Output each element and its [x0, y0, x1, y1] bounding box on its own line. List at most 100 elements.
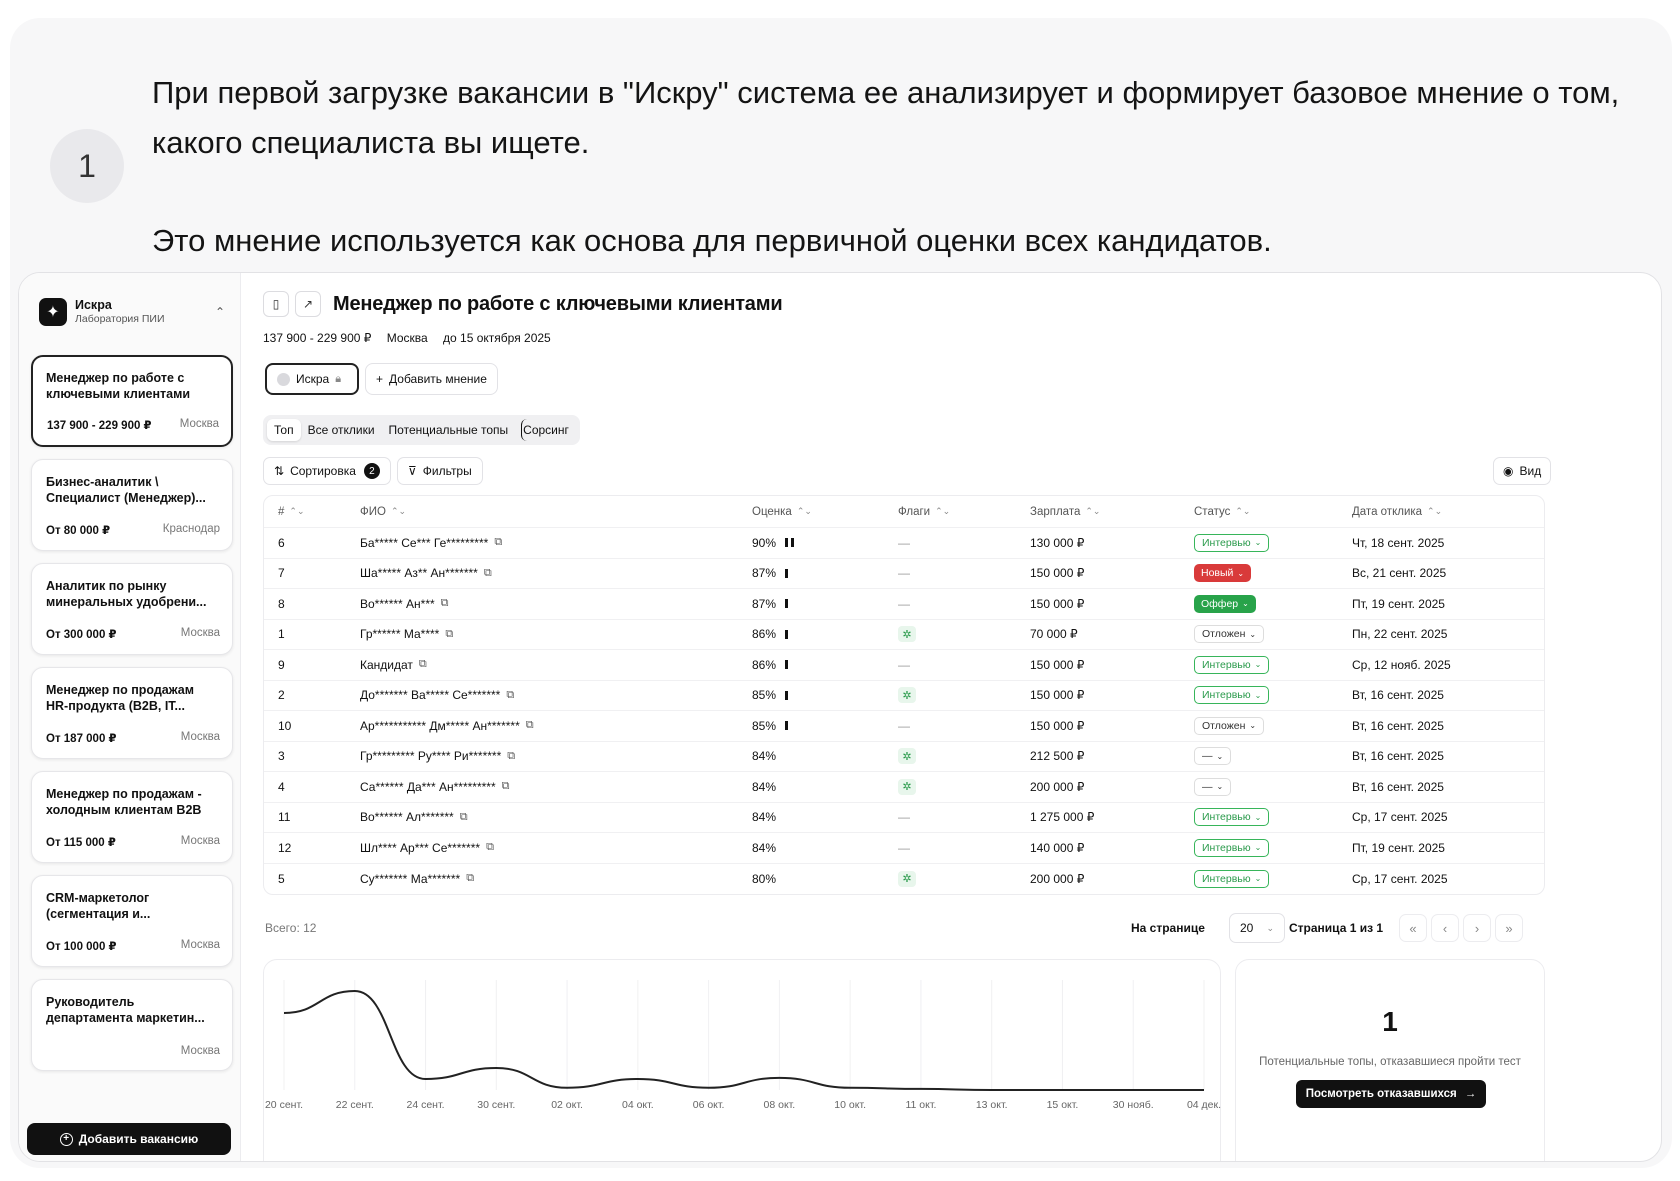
first-page-icon[interactable]: « — [1399, 914, 1427, 942]
column-header-label: Флаги — [898, 505, 931, 518]
tab-sourcing[interactable]: Сорсинг — [521, 419, 576, 441]
workspace-switcher[interactable]: ✦ Искра Лаборатория ПИИ ⌃ — [39, 293, 225, 331]
status-badge[interactable]: Отложен ⌄ — [1194, 716, 1265, 735]
column-header[interactable]: Дата отклика ⌃⌄ — [1352, 496, 1442, 527]
salary: 150 000 ₽ — [1030, 657, 1085, 672]
vacancy-card[interactable]: Менеджер по работе с ключевыми клиентами… — [31, 355, 233, 447]
sidebar-toggle-icon[interactable]: ▯ — [263, 291, 289, 317]
row-number: 7 — [278, 566, 285, 581]
status-badge[interactable]: Оффер ⌄ — [1194, 594, 1256, 613]
vacancy-salary: 137 900 - 229 900 ₽ — [47, 420, 152, 432]
column-header[interactable]: Оценка ⌃⌄ — [752, 496, 812, 527]
external-link-icon[interactable]: ⧉ — [526, 719, 534, 732]
external-link-icon[interactable]: ⧉ — [466, 872, 474, 885]
add-vacancy-button[interactable]: + Добавить вакансию — [27, 1123, 231, 1155]
add-opinion-button[interactable]: + Добавить мнение — [365, 363, 498, 395]
vacancy-card[interactable]: CRM-маркетолог (сегментация и... От 100 0… — [31, 875, 233, 967]
status-badge[interactable]: — ⌄ — [1194, 777, 1232, 796]
status-badge[interactable]: Интервью ⌄ — [1194, 686, 1270, 705]
table-row[interactable]: 8 Во****** Ан*** ⧉ 87% — 150 000 ₽ Оффер ⌄ Пт, 1… — [264, 589, 1544, 620]
external-link-icon[interactable]: ⧉ — [507, 750, 515, 763]
table-row[interactable]: 9 Кандидат ⧉ 86% — 150 000 ₽ Интервью ⌄ Ср, 12 н… — [264, 650, 1544, 681]
external-link-icon[interactable]: ↗ — [295, 291, 321, 317]
plus-circle-icon: + — [59, 1132, 73, 1146]
table-row[interactable]: 3 Гр********* Ру**** Ри******* ⧉ 84% ✲ 212 50… — [264, 742, 1544, 772]
candidate-name[interactable]: Во****** Ал******* — [360, 810, 454, 824]
status-badge[interactable]: Интервью ⌄ — [1194, 869, 1270, 888]
status-badge[interactable]: Интервью ⌄ — [1194, 838, 1270, 857]
filter-icon: ⊽ — [408, 464, 417, 478]
status-badge[interactable]: — ⌄ — [1194, 747, 1232, 766]
candidates-table: # ⌃⌄ ФИО ⌃⌄ Оценка ⌃⌄ Флаги ⌃⌄ Зарплата ⌃⌄ Статус ⌃… — [263, 495, 1545, 895]
vacancy-card[interactable]: Аналитик по рынку минеральных удобрени..… — [31, 563, 233, 655]
vacancy-card[interactable]: Бизнес-аналитик \ Специалист (Менеджер).… — [31, 459, 233, 551]
column-header[interactable]: ФИО ⌃⌄ — [360, 496, 406, 527]
table-row[interactable]: 6 Ба***** Се*** Ге********* ⧉ 90% — 130 000 ₽… — [264, 528, 1544, 559]
table-header: # ⌃⌄ ФИО ⌃⌄ Оценка ⌃⌄ Флаги ⌃⌄ Зарплата ⌃⌄ Статус ⌃… — [264, 496, 1544, 528]
candidate-name[interactable]: Са****** Да*** Ан********* — [360, 780, 496, 794]
eye-icon: ◉ — [1503, 464, 1514, 478]
status-badge[interactable]: Интервью ⌄ — [1194, 533, 1270, 552]
per-page-select[interactable]: 20 ⌄ — [1229, 913, 1285, 943]
candidate-name[interactable]: Ба***** Се*** Ге********* — [360, 536, 488, 550]
table-row[interactable]: 5 Су******* Ма******* ⧉ 80% ✲ 200 000 ₽ Интерв… — [264, 864, 1544, 895]
candidate-name[interactable]: До******* Ва***** Се******* — [360, 688, 500, 702]
column-header[interactable]: Статус ⌃⌄ — [1194, 496, 1250, 527]
filters-button[interactable]: ⊽ Фильтры — [397, 457, 483, 485]
x-tick-label: 30 нояб. — [1113, 1099, 1154, 1111]
view-button[interactable]: ◉ Вид — [1493, 457, 1552, 485]
tab-potential-tops[interactable]: Потенциальные топы — [382, 419, 516, 441]
status-label: Новый — [1201, 567, 1234, 580]
prev-page-icon[interactable]: ‹ — [1431, 914, 1459, 942]
table-row[interactable]: 2 До******* Ва***** Се******* ⧉ 85% ✲ 150 000… — [264, 681, 1544, 711]
vacancy-card[interactable]: Руководитель департамента маркетин... Мос… — [31, 979, 233, 1071]
column-header[interactable]: Зарплата ⌃⌄ — [1030, 496, 1100, 527]
sort-button[interactable]: ⇅ Сортировка 2 — [263, 457, 391, 485]
column-header[interactable]: Флаги ⌃⌄ — [898, 496, 950, 527]
vacancy-card[interactable]: Менеджер по продажам HR-продукта (B2B, I… — [31, 667, 233, 759]
last-page-icon[interactable]: » — [1495, 914, 1523, 942]
tab-all-responses[interactable]: Все отклики — [301, 419, 382, 441]
external-link-icon[interactable]: ⧉ — [486, 841, 494, 854]
external-link-icon[interactable]: ⧉ — [419, 658, 427, 671]
candidate-name[interactable]: Су******* Ма******* — [360, 872, 460, 886]
table-row[interactable]: 10 Ар*********** Дм***** Ан******* ⧉ 85% — 15… — [264, 711, 1544, 742]
status-badge[interactable]: Новый ⌄ — [1194, 564, 1252, 583]
sort-chevrons-icon: ⌃⌄ — [935, 506, 951, 516]
candidate-name[interactable]: Гр********* Ру**** Ри******* — [360, 749, 501, 763]
status-badge[interactable]: Интервью ⌄ — [1194, 655, 1270, 674]
table-row[interactable]: 11 Во****** Ал******* ⧉ 84% — 1 275 000 ₽ Инте… — [264, 803, 1544, 833]
view-label: Вид — [1519, 464, 1542, 478]
status-badge[interactable]: Отложен ⌄ — [1194, 625, 1265, 644]
candidate-name[interactable]: Во****** Ан*** — [360, 597, 435, 611]
candidate-name[interactable]: Кандидат — [360, 658, 413, 672]
tab-top[interactable]: Топ — [267, 419, 301, 441]
table-row[interactable]: 12 Шл**** Ар*** Се******* ⧉ 84% — 140 000 ₽ Ин… — [264, 833, 1544, 864]
external-link-icon[interactable]: ⧉ — [506, 689, 514, 702]
table-row[interactable]: 7 Ша***** Аз** Ан******* ⧉ 87% — 150 000 ₽ Нов… — [264, 559, 1544, 589]
external-link-icon[interactable]: ⧉ — [502, 780, 510, 793]
column-header[interactable]: # ⌃⌄ — [278, 496, 305, 527]
score: 87% — [752, 596, 777, 611]
candidate-name[interactable]: Ар*********** Дм***** Ан******* — [360, 719, 520, 733]
salary: 200 000 ₽ — [1030, 779, 1085, 794]
status-badge[interactable]: Интервью ⌄ — [1194, 808, 1270, 827]
candidate-name[interactable]: Гр****** Ма**** — [360, 627, 439, 641]
opinion-chip-iskra[interactable]: Искра 🔒︎ — [265, 363, 359, 395]
external-link-icon[interactable]: ⧉ — [441, 597, 449, 610]
vacancy-salary: От 300 000 ₽ — [46, 629, 117, 641]
candidate-name[interactable]: Шл**** Ар*** Се******* — [360, 841, 480, 855]
vacancy-city: Москва — [180, 731, 220, 743]
table-row[interactable]: 1 Гр****** Ма**** ⧉ 86% ✲ 70 000 ₽ Отложен ⌄ Пн,… — [264, 620, 1544, 650]
view-declined-button[interactable]: Посмотреть отказавшихся → — [1296, 1080, 1486, 1108]
score-bar — [785, 660, 789, 670]
external-link-icon[interactable]: ⧉ — [494, 536, 502, 549]
vacancy-card[interactable]: Менеджер по продажам - холодным клиентам… — [31, 771, 233, 863]
table-row[interactable]: 4 Са****** Да*** Ан********* ⧉ 84% ✲ 200 000 … — [264, 772, 1544, 803]
candidate-name[interactable]: Ша***** Аз** Ан******* — [360, 566, 478, 580]
external-link-icon[interactable]: ⧉ — [460, 811, 468, 824]
chevrons-up-down-icon[interactable]: ⌃ — [215, 305, 225, 319]
external-link-icon[interactable]: ⧉ — [484, 567, 492, 580]
external-link-icon[interactable]: ⧉ — [445, 628, 453, 641]
next-page-icon[interactable]: › — [1463, 914, 1491, 942]
